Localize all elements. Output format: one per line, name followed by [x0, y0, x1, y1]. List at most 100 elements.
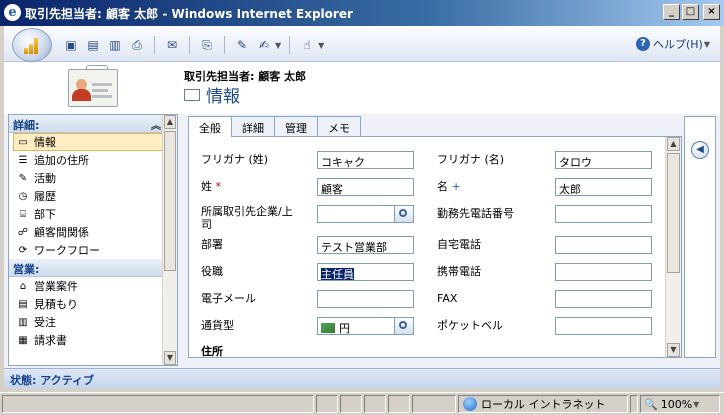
- first-name-field[interactable]: 太郎: [555, 178, 652, 196]
- field-label: 電子メール: [201, 292, 256, 305]
- form-scrollbar[interactable]: ▲ ▼: [665, 137, 681, 357]
- send-link-icon[interactable]: ✉: [163, 37, 181, 53]
- information-icon: ▭: [18, 136, 28, 148]
- department-field[interactable]: テスト営業部: [317, 236, 414, 254]
- form-tabs: 全般 詳細 管理 メモ: [188, 116, 361, 137]
- maximize-button[interactable]: □: [682, 4, 699, 20]
- attach-icon[interactable]: ⎘: [198, 37, 216, 53]
- help-label: ヘルプ(H): [652, 38, 703, 51]
- help-menu[interactable]: ? ヘルプ(H) ▼: [635, 36, 710, 52]
- last-name-furigana-field[interactable]: コキャク: [317, 151, 414, 169]
- field-label: FAX: [437, 292, 458, 305]
- scroll-down-icon[interactable]: ▼: [667, 343, 680, 357]
- history-icon: ◷: [18, 190, 28, 202]
- field-label: 携帯電話: [437, 265, 481, 278]
- field-label: ポケットベル: [437, 319, 503, 332]
- window-title: 取引先担当者: 顧客 太郎 - Windows Internet Explore…: [25, 7, 353, 21]
- parent-customer-lookup[interactable]: [317, 205, 414, 223]
- nav-section-details[interactable]: 詳細: ︽: [9, 115, 177, 133]
- add-activity-icon[interactable]: ✍: [255, 37, 273, 53]
- tab-general[interactable]: 全般: [188, 116, 232, 137]
- nav-item-orders[interactable]: ▥ 受注: [9, 313, 177, 331]
- nav-item-more-addresses[interactable]: ☰ 追加の住所: [9, 151, 177, 169]
- globe-icon: [463, 397, 477, 411]
- job-title-field[interactable]: 主任員: [317, 263, 414, 281]
- record-header: 取引先担当者: 顧客 太郎 情報: [4, 62, 720, 114]
- minimize-button[interactable]: _: [663, 4, 680, 20]
- nav-item-quotes[interactable]: ▤ 見積もり: [9, 295, 177, 313]
- left-navigation: 詳細: ︽ ▭ 情報 ☰ 追加の住所 ✎ 活動 ◷ 履歴 ⌸ 部下 ☍ 顧客間関係 ⟳ ワークフ…: [8, 114, 178, 366]
- chevron-down-icon[interactable]: ▼: [318, 41, 324, 50]
- security-zone[interactable]: ローカル イントラネット: [458, 395, 628, 413]
- scroll-up-icon[interactable]: ▲: [667, 137, 680, 151]
- pager-field[interactable]: [555, 317, 652, 335]
- lookup-icon[interactable]: [394, 206, 413, 222]
- save-and-close-icon[interactable]: ▤: [84, 37, 102, 53]
- field-label: 姓 *: [201, 180, 221, 193]
- nav-section-sales[interactable]: 営業:: [9, 259, 177, 277]
- home-phone-field[interactable]: [555, 236, 652, 254]
- subordinates-icon: ⌸: [20, 208, 26, 220]
- nav-item-history[interactable]: ◷ 履歴: [9, 187, 177, 205]
- form-toolbar: ▣ ▤ ▥ ⎙ ✉ ⎘ ✎ ✍ ▼ ☝ ▼ ? ヘルプ(H) ▼: [4, 26, 720, 62]
- actions-icon[interactable]: ☝: [298, 37, 316, 53]
- nav-scrollbar[interactable]: ▲ ▼: [162, 115, 177, 365]
- order-icon: ▥: [18, 316, 28, 328]
- content-area: 取引先担当者: 顧客 太郎 情報 詳細: ︽ ▭ 情報 ☰ 追加の住所 ✎ 活動 ◷ 履歴…: [4, 62, 720, 368]
- chevron-left-icon[interactable]: ◀: [691, 141, 709, 159]
- save-icon[interactable]: ▣: [62, 37, 80, 53]
- first-name-furigana-field[interactable]: タロウ: [555, 151, 652, 169]
- chevron-down-icon: ▼: [693, 399, 700, 409]
- scroll-down-icon[interactable]: ▼: [164, 351, 176, 365]
- currency-icon: [321, 323, 335, 333]
- nav-item-workflows[interactable]: ⟳ ワークフロー: [9, 241, 177, 259]
- lookup-icon[interactable]: [394, 318, 413, 334]
- field-label: 通貨型: [201, 319, 234, 332]
- record-status-bar: 状態: アクティブ: [4, 368, 720, 388]
- tab-details[interactable]: 詳細: [231, 116, 275, 136]
- scroll-up-icon[interactable]: ▲: [164, 115, 176, 129]
- collapse-icon[interactable]: ︽: [151, 117, 161, 132]
- save-and-new-icon[interactable]: ▥: [106, 37, 124, 53]
- chevron-down-icon[interactable]: ▼: [275, 41, 281, 50]
- nav-item-relationships[interactable]: ☍ 顧客間関係: [9, 223, 177, 241]
- nav-item-subordinates[interactable]: ⌸ 部下: [9, 205, 177, 223]
- zoom-icon: 🔍: [644, 397, 658, 411]
- currency-lookup[interactable]: 円: [317, 317, 414, 335]
- nav-item-information[interactable]: ▭ 情報: [13, 133, 169, 151]
- invoice-icon: ▦: [18, 334, 28, 346]
- relationships-icon: ☍: [17, 226, 29, 238]
- nav-item-opportunities[interactable]: ⌂ 営業案件: [9, 277, 177, 295]
- business-phone-field[interactable]: [555, 205, 652, 223]
- tab-notes[interactable]: メモ: [317, 116, 361, 136]
- status-text: 状態: アクティブ: [10, 374, 95, 387]
- last-name-field[interactable]: 顧客: [317, 178, 414, 196]
- field-label: 勤務先電話番号: [437, 207, 514, 220]
- crm-logo-button[interactable]: [12, 28, 52, 62]
- information-icon: [184, 88, 200, 101]
- email-field[interactable]: [317, 290, 414, 308]
- mobile-phone-field[interactable]: [555, 263, 652, 281]
- related-panel: ◀: [684, 116, 716, 358]
- quote-icon: ▤: [18, 298, 28, 310]
- nav-item-invoices[interactable]: ▦ 請求書: [9, 331, 177, 349]
- contact-card-icon: [64, 65, 120, 111]
- workflow-icon: ⟳: [18, 244, 28, 256]
- field-label: フリガナ (姓): [201, 153, 269, 166]
- opportunity-icon: ⌂: [19, 280, 27, 292]
- help-icon: ?: [635, 37, 650, 51]
- general-form: フリガナ (姓) コキャク 姓 * 顧客 所属取引先企業/上司 部署 テスト営業…: [188, 136, 682, 358]
- field-label: 自宅電話: [437, 238, 481, 251]
- print-icon[interactable]: ⎙: [128, 37, 146, 53]
- field-label: 所属取引先企業/上司: [201, 205, 293, 231]
- field-label: 役職: [201, 265, 223, 278]
- notes-icon[interactable]: ✎: [233, 37, 251, 53]
- section-title-address: 住所: [201, 345, 223, 358]
- field-label: フリガナ (名): [437, 153, 505, 166]
- activities-icon: ✎: [18, 172, 28, 184]
- close-button[interactable]: ×: [703, 4, 720, 20]
- tab-administration[interactable]: 管理: [274, 116, 318, 136]
- fax-field[interactable]: [555, 290, 652, 308]
- nav-item-activities[interactable]: ✎ 活動: [9, 169, 177, 187]
- zoom-control[interactable]: 🔍 100% ▼: [640, 395, 720, 413]
